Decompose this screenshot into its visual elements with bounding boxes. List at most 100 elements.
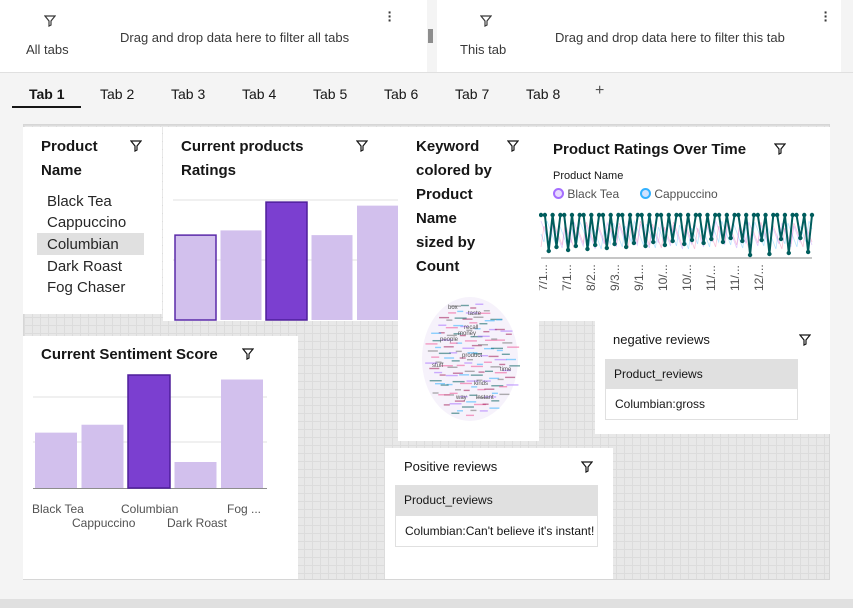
data-point[interactable] <box>647 212 652 218</box>
data-point[interactable] <box>581 212 586 218</box>
ratings-over-time-widget[interactable]: Product Ratings Over Time Product Name B… <box>539 127 830 321</box>
data-point[interactable] <box>771 212 776 218</box>
data-point[interactable] <box>689 237 695 243</box>
bar-cappuccino[interactable] <box>81 424 124 488</box>
data-point[interactable] <box>763 212 768 218</box>
tab-7[interactable]: Tab 7 <box>455 86 489 102</box>
data-point[interactable] <box>558 212 563 218</box>
data-point[interactable] <box>608 212 613 218</box>
data-point[interactable] <box>682 241 687 247</box>
positive-reviews-widget[interactable]: Positive reviews Product_reviews Columbi… <box>385 448 613 579</box>
data-point[interactable] <box>782 212 788 218</box>
data-point[interactable] <box>577 212 582 218</box>
bar-fog-chaser[interactable] <box>357 205 398 320</box>
bottom-scrollbar[interactable] <box>0 599 853 608</box>
data-point[interactable] <box>546 248 551 254</box>
data-point[interactable] <box>798 235 803 241</box>
cloud-word[interactable]: stuff <box>432 363 444 369</box>
data-point[interactable] <box>643 243 648 249</box>
data-point[interactable] <box>542 212 548 218</box>
data-point[interactable] <box>774 212 780 218</box>
data-point[interactable] <box>674 212 679 218</box>
data-point[interactable] <box>778 236 784 242</box>
list-item-fog-chaser[interactable]: Fog Chaser <box>47 279 125 296</box>
data-point[interactable] <box>697 212 702 218</box>
bar-cappuccino[interactable] <box>220 230 262 320</box>
data-point[interactable] <box>596 212 602 218</box>
data-point[interactable] <box>751 212 757 218</box>
bar-black-tea[interactable] <box>35 432 77 488</box>
data-point[interactable] <box>654 212 660 218</box>
data-point[interactable] <box>759 237 764 243</box>
cloud-word[interactable]: product <box>462 353 482 359</box>
data-point[interactable] <box>693 212 699 218</box>
data-point[interactable] <box>539 212 544 218</box>
data-point[interactable] <box>573 243 579 249</box>
data-point[interactable] <box>713 212 718 218</box>
cloud-word[interactable]: kinds <box>474 381 488 387</box>
data-point[interactable] <box>755 212 760 218</box>
data-point[interactable] <box>627 212 633 218</box>
data-point[interactable] <box>670 238 675 244</box>
data-point[interactable] <box>562 212 567 218</box>
filter-icon[interactable] <box>356 140 368 152</box>
data-point[interactable] <box>658 212 664 218</box>
data-point[interactable] <box>666 212 671 218</box>
tab-5[interactable]: Tab 5 <box>313 86 347 102</box>
keyword-cloud-widget[interactable]: Keyword colored by Product Name sized by… <box>398 127 539 441</box>
this-tab-filter-zone[interactable]: This tab Drag and drop data here to filt… <box>437 0 841 72</box>
data-point[interactable] <box>604 245 610 251</box>
ratings-chart-widget[interactable]: Current products Ratings <box>163 127 398 321</box>
bar-dark-roast[interactable] <box>174 462 217 488</box>
table-column-header[interactable]: Product_reviews <box>395 485 598 516</box>
bar-black-tea[interactable] <box>174 234 217 321</box>
list-item-columbian[interactable]: Columbian <box>47 236 119 253</box>
filter-icon[interactable] <box>242 348 254 360</box>
bar-columbian[interactable] <box>127 374 171 489</box>
data-point[interactable] <box>794 212 799 218</box>
overflow-menu-icon[interactable]: · · · <box>387 5 393 27</box>
legend-item-cappuccino[interactable]: Cappuccino <box>640 187 718 201</box>
filter-icon[interactable] <box>581 461 593 473</box>
filter-icon[interactable] <box>774 143 786 155</box>
data-point[interactable] <box>554 244 559 250</box>
tab-2[interactable]: Tab 2 <box>100 86 134 102</box>
table-row[interactable]: Columbian:gross <box>605 389 798 420</box>
data-point[interactable] <box>612 241 617 247</box>
data-point[interactable] <box>685 212 691 218</box>
add-tab-button[interactable]: + <box>595 82 604 100</box>
data-point[interactable] <box>705 212 710 218</box>
tab-8[interactable]: Tab 8 <box>526 86 560 102</box>
data-point[interactable] <box>600 212 606 218</box>
list-item-dark-roast[interactable]: Dark Roast <box>47 258 122 275</box>
all-tabs-filter-zone[interactable]: All tabs Drag and drop data here to filt… <box>0 0 427 72</box>
bar-dark-roast[interactable] <box>311 235 353 320</box>
tab-1[interactable]: Tab 1 <box>29 86 65 102</box>
data-point[interactable] <box>620 212 625 218</box>
table-row[interactable]: Columbian:Can't believe it's instant! <box>395 516 598 547</box>
product-name-filter-widget[interactable]: Product Name Black Tea Cappuccino Columb… <box>23 127 162 314</box>
data-point[interactable] <box>790 212 795 218</box>
bar-columbian[interactable] <box>265 201 308 321</box>
data-point[interactable] <box>651 239 656 245</box>
data-point[interactable] <box>724 212 730 218</box>
data-point[interactable] <box>623 244 629 250</box>
overflow-menu-icon[interactable]: · · · <box>823 5 829 27</box>
tab-6[interactable]: Tab 6 <box>384 86 418 102</box>
data-point[interactable] <box>786 250 791 256</box>
cloud-word[interactable]: instant <box>476 395 494 401</box>
data-point[interactable] <box>593 242 598 248</box>
data-point[interactable] <box>747 252 753 258</box>
data-point[interactable] <box>736 212 741 218</box>
data-point[interactable] <box>767 251 772 257</box>
data-point[interactable] <box>805 249 811 255</box>
data-point[interactable] <box>802 212 807 218</box>
sentiment-chart-widget[interactable]: Current Sentiment Score Black Tea Cappucc… <box>23 336 298 579</box>
data-point[interactable] <box>569 212 575 218</box>
cloud-word[interactable]: taste <box>468 311 482 317</box>
sentiment-bar-chart[interactable]: Black TeaCappuccinoColumbianDark RoastFo… <box>23 368 298 538</box>
cloud-word[interactable]: way <box>455 395 467 401</box>
data-point[interactable] <box>728 235 733 241</box>
data-point[interactable] <box>709 236 714 242</box>
cloud-word[interactable]: people <box>440 337 459 343</box>
